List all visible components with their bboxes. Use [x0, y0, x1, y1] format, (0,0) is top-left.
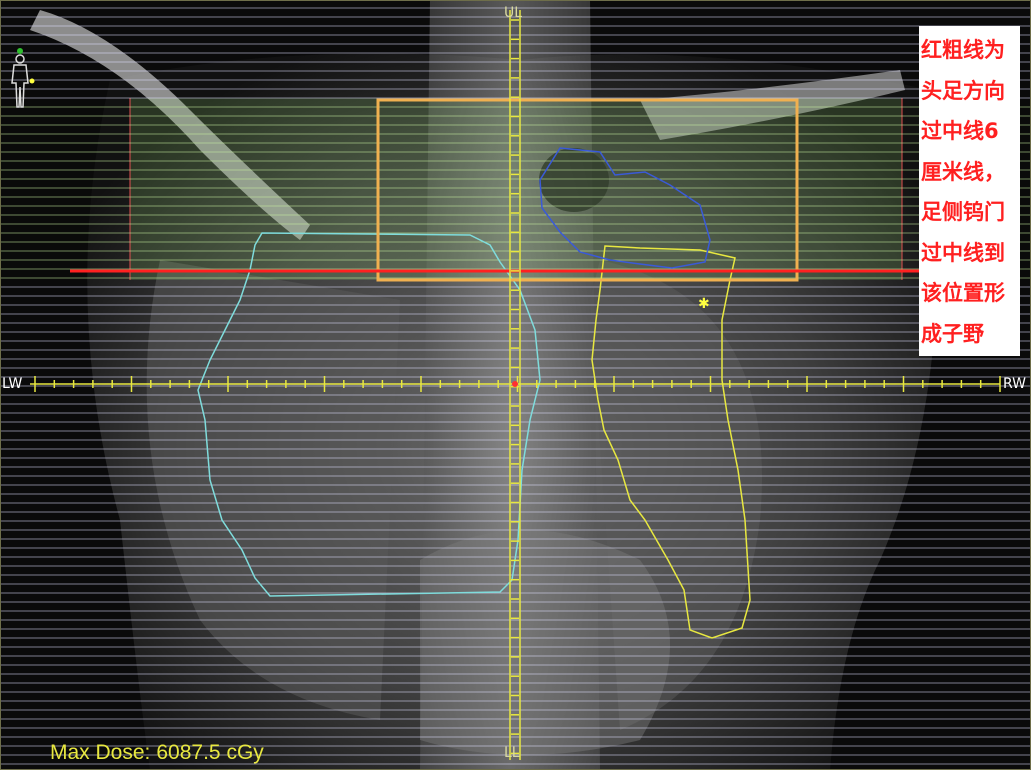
annotation-line: 厘米线， [921, 159, 1005, 184]
annotation-line: 过中线6 [921, 119, 999, 143]
orientation-label-bottom: LL [504, 745, 520, 761]
annotation-line: 该位置形 [921, 281, 1005, 305]
max-dose-value: 6087.5 cGy [156, 741, 264, 764]
heart-shadow [420, 530, 670, 755]
orientation-label-left: LW [2, 376, 23, 392]
orientation-label-top: UL [504, 5, 523, 21]
annotation-note: 红粗线为 头足方向 过中线6 厘米线， 足侧钨门 过中线到 该位置形 成子野 [919, 26, 1020, 356]
reference-point-icon: ✱ [698, 296, 710, 312]
max-dose-label: Max Dose: [50, 741, 151, 764]
annotation-line: 头足方向 [921, 78, 1005, 103]
drr-viewport[interactable]: ✱ UL LL LW RW Max Dose: 6087.5 cGy 红粗线为 … [0, 0, 1031, 770]
annotation-line: 足侧钨门 [921, 200, 1005, 224]
orientation-label-right: RW [1003, 376, 1027, 392]
annotation-line: 过中线到 [921, 240, 1005, 265]
annotation-line: 成子野 [921, 321, 984, 346]
max-dose-readout: Max Dose: 6087.5 cGy [50, 741, 264, 765]
isocenter-marker [512, 381, 518, 387]
drr-image: ✱ [0, 0, 1031, 770]
annotation-line: 红粗线为 [921, 38, 1005, 62]
patient-body-icon [11, 48, 35, 108]
